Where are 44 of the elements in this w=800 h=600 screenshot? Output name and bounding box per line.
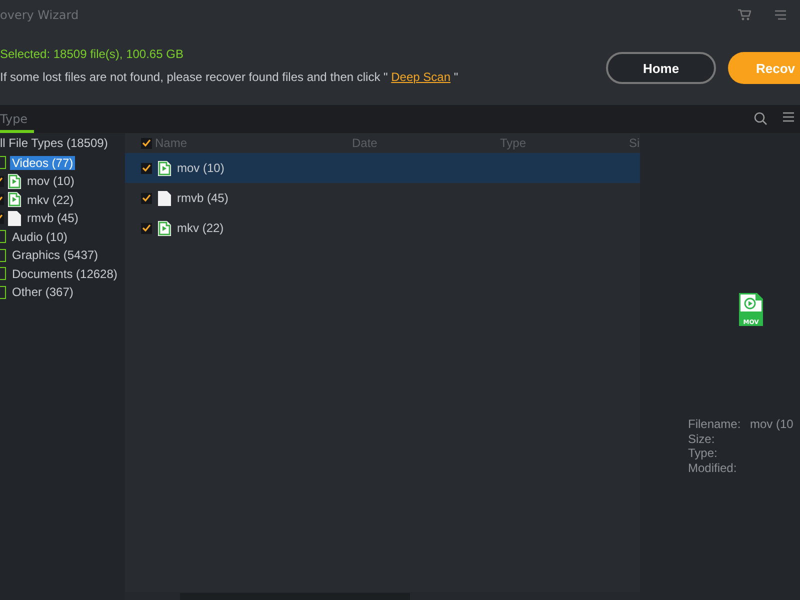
tree-item[interactable]: Graphics (5437): [10, 248, 100, 262]
field-label: Type:: [688, 446, 718, 460]
tree-item[interactable]: rmvb (45): [25, 211, 80, 226]
category-checkbox[interactable]: [0, 248, 6, 262]
tree-item[interactable]: Documents (12628): [10, 266, 120, 281]
checkbox[interactable]: [141, 138, 152, 148]
video-file-icon: [8, 174, 21, 189]
tree-item[interactable]: ll File Types (18509): [0, 136, 125, 152]
video-file-icon: [158, 220, 171, 236]
field-label: Filename:: [688, 417, 742, 432]
table-row[interactable]: mkv (22): [125, 213, 640, 243]
category-checkbox[interactable]: [0, 156, 6, 170]
window-title: overy Wizard: [0, 8, 79, 22]
search-icon[interactable]: [754, 112, 767, 125]
category-checkbox[interactable]: [0, 286, 6, 299]
video-file-icon: [158, 160, 171, 176]
hint-text: If some lost files are not found, please recover found files and then click " Deep Scan ": [0, 70, 458, 84]
list-view-icon[interactable]: [783, 112, 794, 122]
home-button[interactable]: Home: [606, 52, 716, 84]
cart-icon[interactable]: [738, 9, 751, 21]
deep-scan-link[interactable]: Deep Scan: [391, 70, 451, 84]
checkbox[interactable]: [141, 162, 152, 174]
tree-item[interactable]: Other (367): [10, 285, 76, 300]
table-row[interactable]: rmvb (45): [125, 183, 640, 213]
file-name: rmvb (45): [177, 191, 228, 205]
file-icon: [8, 210, 21, 226]
tree-item[interactable]: Audio (10): [10, 230, 70, 244]
category-checkbox[interactable]: [0, 230, 6, 244]
selection-summary: Selected: 18509 file(s), 100.65 GB: [0, 47, 184, 61]
tree-item[interactable]: mkv (22): [25, 192, 76, 207]
field-label: Size:: [688, 432, 716, 446]
field-value: mov (10: [750, 417, 794, 432]
category-checkbox[interactable]: [0, 267, 6, 280]
checkbox[interactable]: [141, 192, 152, 204]
file-name: mkv (22): [177, 221, 224, 235]
field-label: Modified:: [688, 460, 738, 475]
file-name: mov (10): [177, 161, 224, 175]
checkbox[interactable]: [141, 222, 152, 234]
tree-item[interactable]: Videos (77): [10, 156, 76, 170]
file-icon: [158, 190, 171, 206]
table-row[interactable]: mov (10): [125, 153, 640, 183]
video-file-icon: [8, 192, 21, 208]
tree-item[interactable]: mov (10): [25, 174, 76, 188]
menu-icon[interactable]: [775, 10, 786, 20]
